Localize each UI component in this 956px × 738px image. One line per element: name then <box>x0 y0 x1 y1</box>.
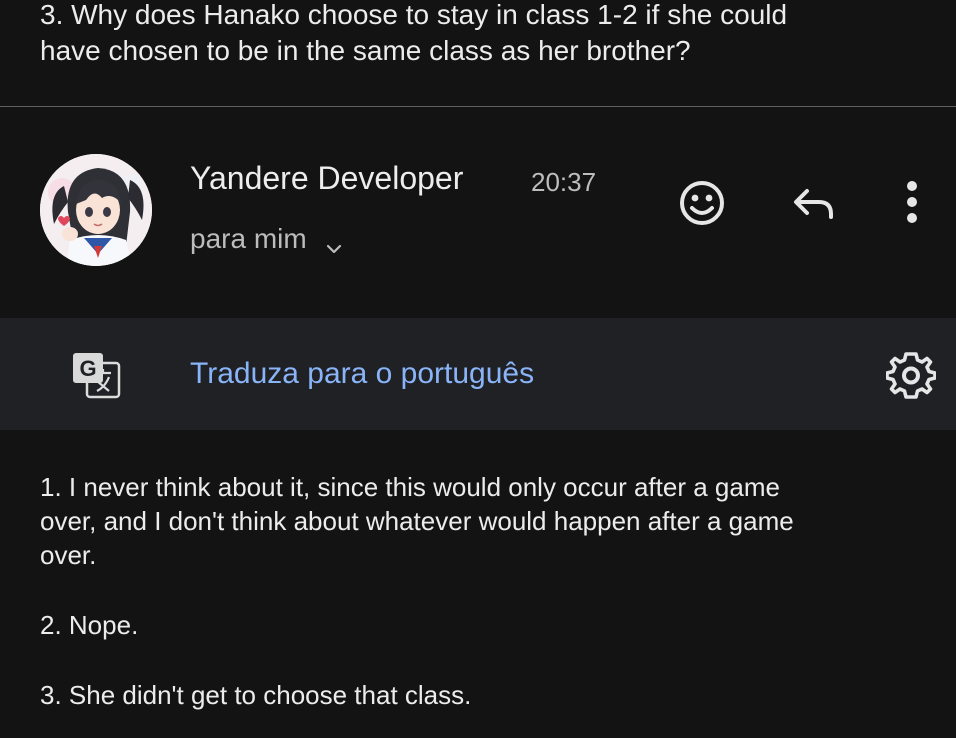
more-options-button[interactable] <box>896 178 928 226</box>
vertical-dots-icon <box>907 181 917 223</box>
answer-2: 2. Nope. <box>40 610 139 640</box>
email-view: 3. Why does Hanako choose to stay in cla… <box>0 0 956 738</box>
react-button[interactable] <box>675 176 729 230</box>
google-translate-icon: G <box>70 350 122 400</box>
sender-avatar[interactable] <box>40 154 152 266</box>
quoted-line-1: 3. Why does Hanako choose to stay in cla… <box>40 0 788 30</box>
quoted-question: 3. Why does Hanako choose to stay in cla… <box>40 0 920 69</box>
svg-text:G: G <box>79 356 96 381</box>
avatar-anime-girl-icon <box>40 154 152 266</box>
answer-3: 3. She didn't get to choose that class. <box>40 680 472 710</box>
divider <box>0 106 956 107</box>
message-body: 1. I never think about it, since this wo… <box>40 470 920 712</box>
translate-settings-button[interactable] <box>884 348 938 402</box>
reply-arrow-icon <box>794 189 833 219</box>
smiley-icon <box>680 181 724 225</box>
answer-1-line-3: over. <box>40 540 97 570</box>
recipient-label: para mim <box>190 223 307 254</box>
answer-1-line-1: 1. I never think about it, since this wo… <box>40 472 780 502</box>
quoted-line-2: have chosen to be in the same class as h… <box>40 35 691 66</box>
gear-icon <box>886 352 936 399</box>
message-time: 20:37 <box>531 167 597 197</box>
chevron-down-icon <box>325 230 343 254</box>
recipient-toggle[interactable]: para mim <box>190 220 343 258</box>
translate-link[interactable]: Traduza para o português <box>190 354 534 394</box>
sender-name: Yandere Developer <box>190 160 464 196</box>
reply-button[interactable] <box>790 180 838 226</box>
answer-1-line-2: over, and I don't think about whatever w… <box>40 506 794 536</box>
